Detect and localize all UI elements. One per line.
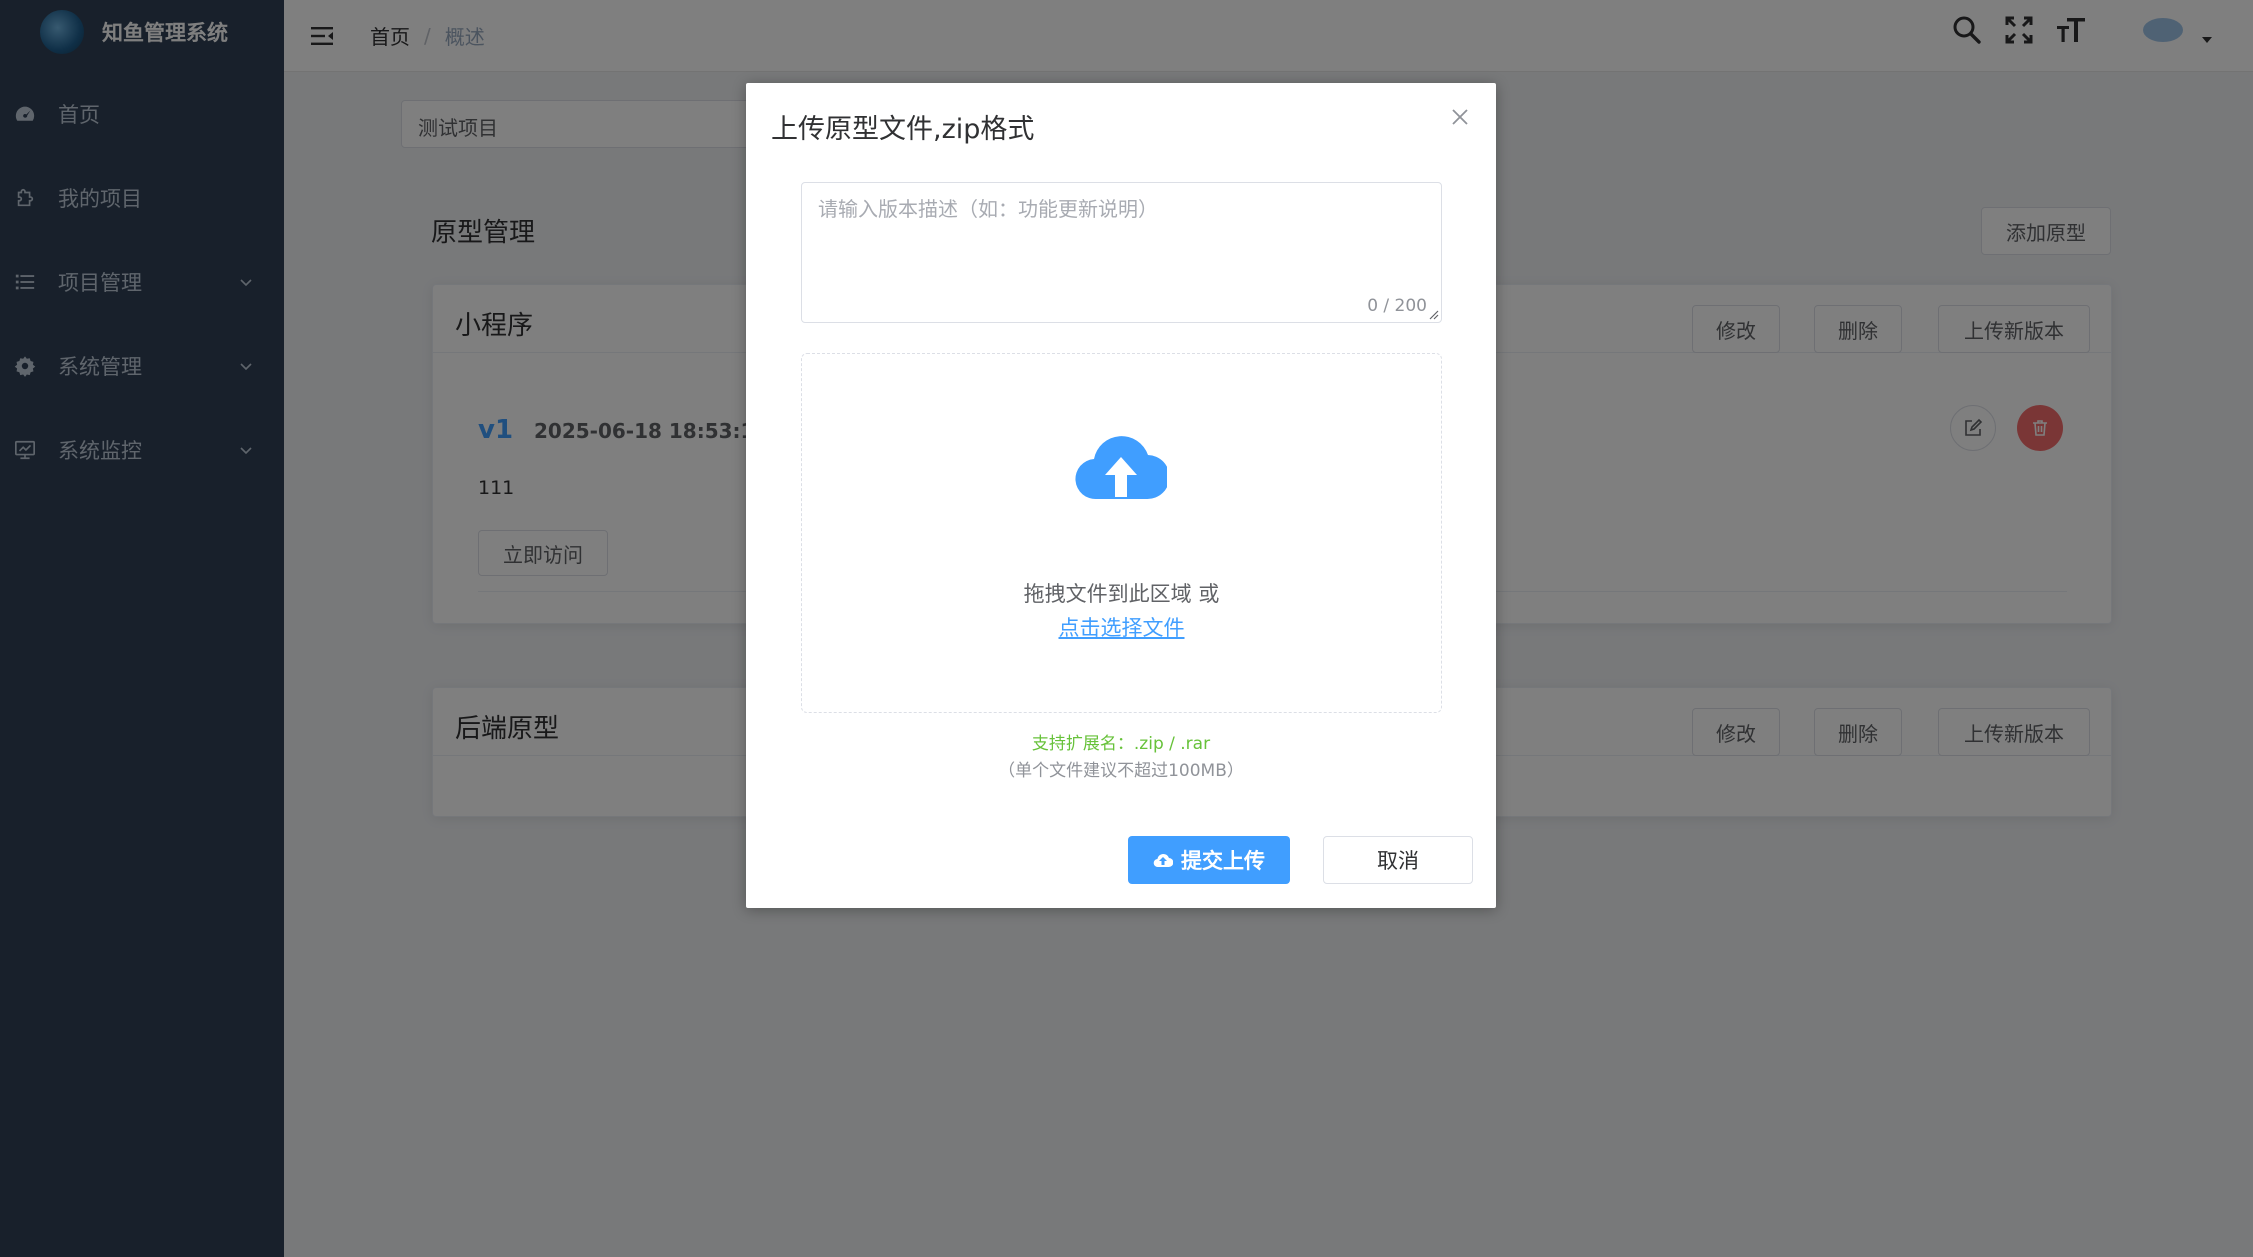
- cloud-upload-icon: [1075, 436, 1167, 500]
- cancel-button[interactable]: 取消: [1323, 836, 1473, 884]
- drag-hint: 拖拽文件到此区域 或: [1023, 582, 1220, 606]
- upload-dropzone[interactable]: 拖拽文件到此区域 或 点击选择文件: [801, 353, 1442, 713]
- extension-tip: 支持扩展名：.zip / .rar: [1031, 734, 1211, 754]
- close-icon[interactable]: [1448, 105, 1472, 129]
- dialog-title: 上传原型文件,zip格式: [771, 114, 1035, 145]
- resize-handle-icon[interactable]: [1427, 308, 1439, 320]
- cloud-upload-icon: [1153, 853, 1173, 868]
- char-counter: 0 / 200: [1367, 296, 1427, 316]
- select-file-link[interactable]: 点击选择文件: [802, 612, 1441, 642]
- size-tip: （单个文件建议不超过100MB）: [998, 761, 1244, 781]
- version-description-input[interactable]: 请输入版本描述（如：功能更新说明） 0 / 200: [801, 182, 1442, 323]
- textarea-placeholder: 请输入版本描述（如：功能更新说明）: [818, 197, 1158, 221]
- submit-upload-button[interactable]: 提交上传: [1128, 836, 1290, 884]
- submit-label: 提交上传: [1181, 849, 1265, 873]
- upload-dialog: 上传原型文件,zip格式 请输入版本描述（如：功能更新说明） 0 / 200 拖…: [746, 83, 1496, 908]
